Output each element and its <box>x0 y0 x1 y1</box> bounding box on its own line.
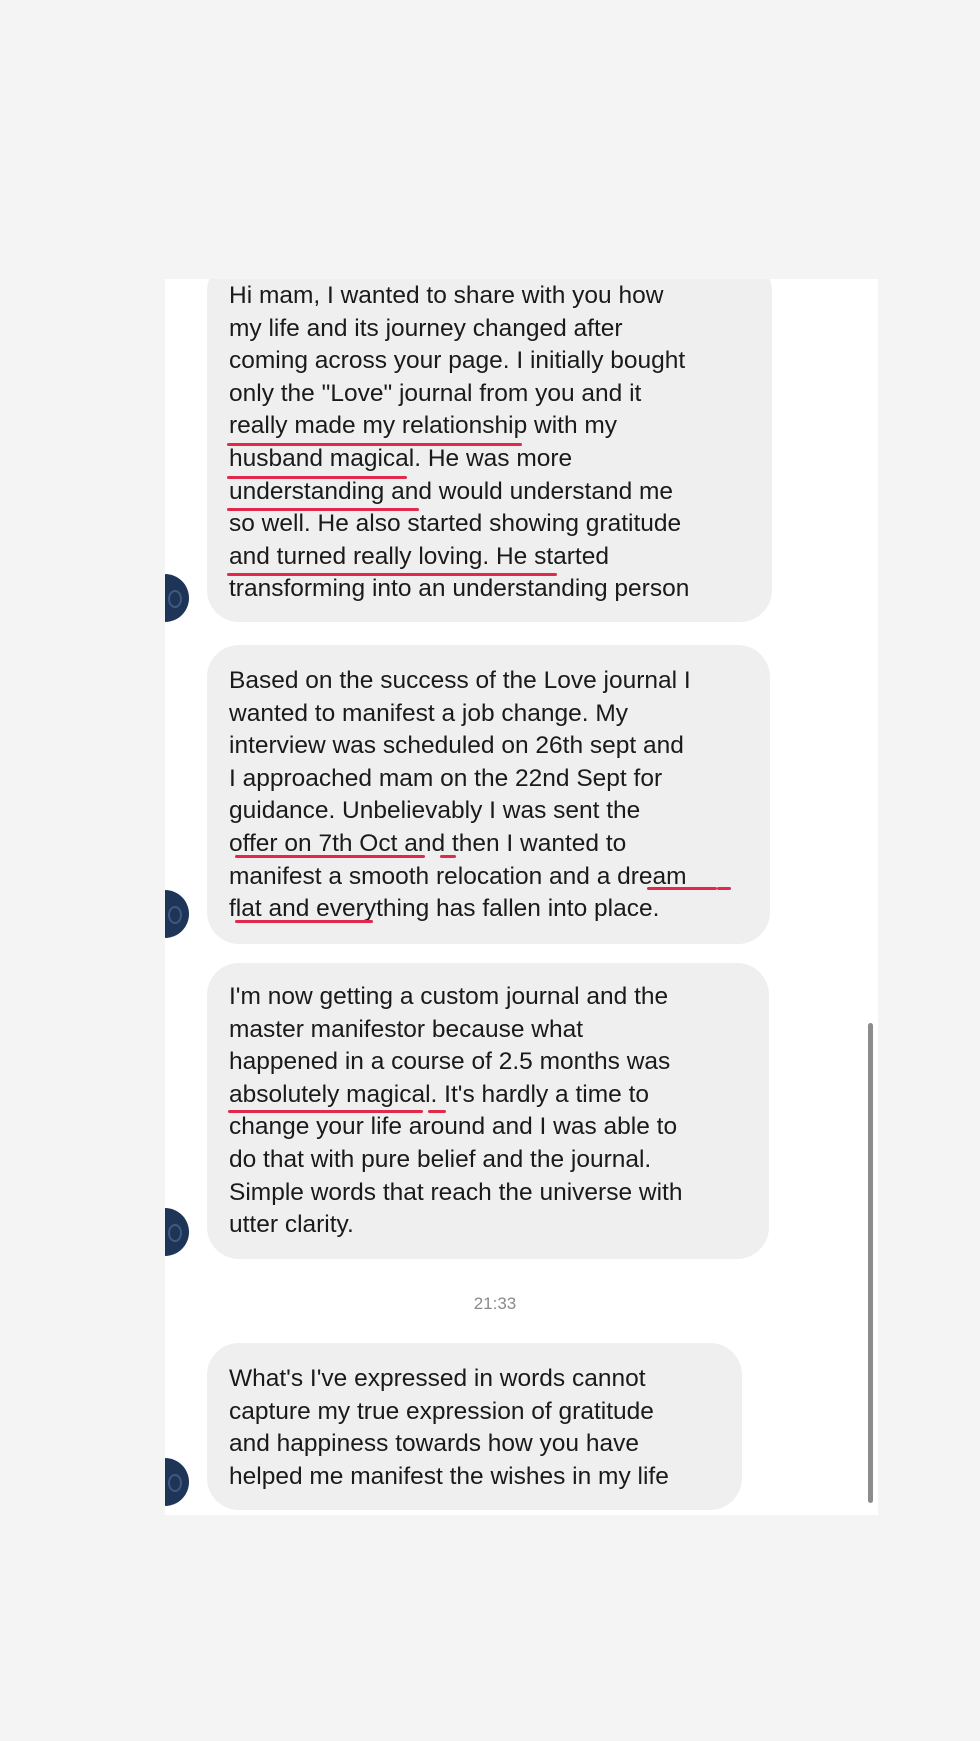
highlight-underline <box>227 443 522 446</box>
message-line: coming across your page. I initially bou… <box>229 347 686 375</box>
message-line: understanding and would understand me <box>229 477 674 505</box>
message-line: so well. He also started showing gratitu… <box>229 510 682 538</box>
message-line: my life and its journey changed after <box>229 314 623 342</box>
message-line: interview was scheduled on 26th sept and <box>229 732 684 760</box>
message-line: do that with pure belief and the journal… <box>229 1145 652 1173</box>
highlight-underline <box>428 1110 446 1113</box>
message-timestamp: 21:33 <box>473 1294 517 1313</box>
message-line: transforming into an understanding perso… <box>229 575 690 603</box>
message-line: capture my true expression of gratitude <box>229 1397 654 1425</box>
message-line: husband magical. He was more <box>229 444 573 472</box>
highlight-underline <box>647 887 717 890</box>
highlight-underline <box>717 887 731 890</box>
sender-avatar-icon[interactable] <box>165 1208 189 1256</box>
highlight-underline <box>227 573 557 576</box>
message-line: absolutely magical. It's hardly a time t… <box>229 1080 650 1108</box>
sender-avatar-icon[interactable] <box>165 1458 189 1506</box>
sender-avatar-icon[interactable] <box>165 890 189 938</box>
message-line: helped me manifest the wishes in my life <box>229 1462 669 1490</box>
sender-avatar-icon[interactable] <box>165 574 189 622</box>
message-line: happened in a course of 2.5 months was <box>229 1048 671 1076</box>
message-line: master manifestor because what <box>229 1015 584 1043</box>
message-line: only the "Love" journal from you and it <box>229 379 642 407</box>
message-line: Based on the success of the Love journal… <box>229 667 691 694</box>
message-line: and happiness towards how you have <box>229 1430 639 1458</box>
message-line: Simple words that reach the universe wit… <box>229 1178 683 1206</box>
highlight-underline <box>228 1110 423 1113</box>
highlight-underline <box>227 508 419 511</box>
highlight-underline <box>235 855 425 858</box>
message-line: wanted to manifest a job change. My <box>229 699 629 727</box>
highlight-underline <box>227 476 407 479</box>
message-line: utter clarity. <box>229 1211 354 1239</box>
message-line: What's I've expressed in words cannot <box>229 1365 646 1392</box>
message-line: change your life around and I was able t… <box>229 1113 678 1141</box>
highlight-underline <box>440 855 456 858</box>
message-line: guidance. Unbelievably I was sent the <box>229 797 641 825</box>
message-bubble-1[interactable]: Hi mam, I wanted to share with you how m… <box>207 279 772 622</box>
highlight-underline <box>235 920 373 923</box>
vertical-scrollbar[interactable] <box>868 1023 873 1503</box>
chat-thread[interactable]: Hi mam, I wanted to share with you how m… <box>165 279 878 1515</box>
message-line: I approached mam on the 22nd Sept for <box>229 764 663 792</box>
message-bubble-4[interactable]: What's I've expressed in words cannot ca… <box>207 1343 742 1511</box>
message-line: and turned really loving. He started <box>229 542 609 570</box>
message-line: I'm now getting a custom journal and the <box>229 983 669 1010</box>
message-bubble-2[interactable]: Based on the success of the Love journal… <box>207 645 770 944</box>
message-line: Hi mam, I wanted to share with you how <box>229 282 664 309</box>
message-line: really made my relationship with my <box>229 412 618 440</box>
